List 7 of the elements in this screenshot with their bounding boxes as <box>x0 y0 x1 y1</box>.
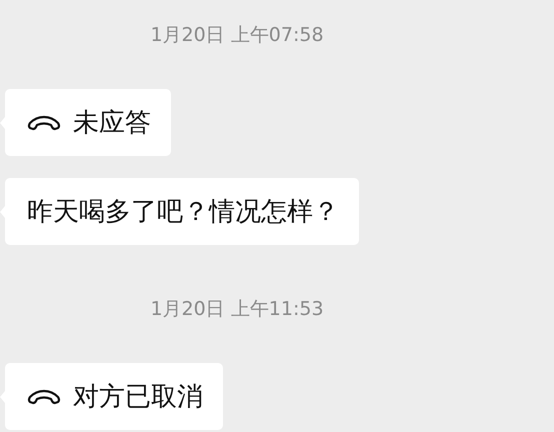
message-bubble[interactable]: 昨天喝多了吧？情况怎样？ <box>5 178 359 245</box>
message-bubble[interactable]: 未应答 <box>5 89 171 156</box>
phone-icon <box>27 114 61 130</box>
timestamp: 1月20日 上午07:58 <box>150 24 324 46</box>
timestamp: 1月20日 上午11:53 <box>150 298 324 320</box>
message-bubble[interactable]: 对方已取消 <box>5 363 223 430</box>
phone-icon <box>27 388 61 404</box>
